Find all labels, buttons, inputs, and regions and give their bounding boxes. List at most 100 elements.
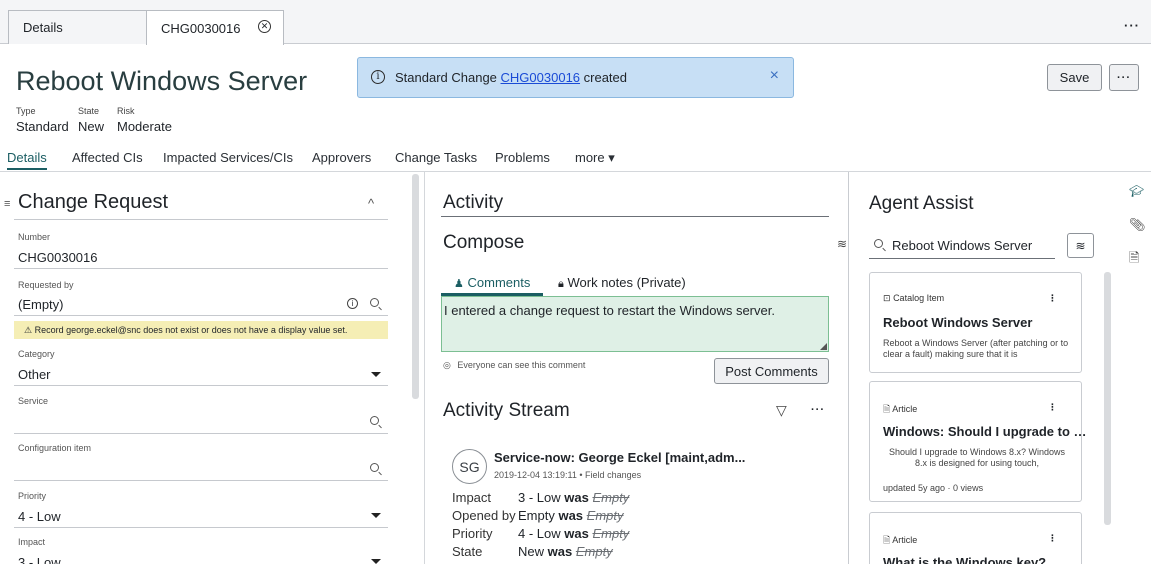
- new-value: Empty: [518, 508, 555, 523]
- more-actions-button[interactable]: ···: [1109, 64, 1139, 91]
- graduation-cap-icon[interactable]: 🎓︎: [1129, 184, 1144, 198]
- tab-affected-cis[interactable]: Affected CIs: [72, 150, 143, 165]
- banner-prefix: Standard Change: [395, 70, 501, 85]
- risk-label: Risk: [117, 106, 135, 116]
- field-change-label: Priority: [452, 526, 493, 541]
- requested-by-label: Requested by: [18, 280, 74, 290]
- field-underline: [14, 268, 388, 269]
- save-button[interactable]: Save: [1047, 64, 1102, 91]
- page-title: Reboot Windows Server: [16, 66, 308, 96]
- paperclip-icon[interactable]: 📎︎: [1129, 217, 1146, 233]
- type-value: Standard: [16, 119, 69, 134]
- search-icon[interactable]: [370, 298, 379, 307]
- more-icon[interactable]: ···: [811, 404, 825, 416]
- was-label: was: [564, 526, 589, 541]
- requested-by-field[interactable]: (Empty): [18, 297, 64, 312]
- search-underline: [869, 258, 1055, 259]
- tab-impacted-services[interactable]: Impacted Services/CIs: [163, 150, 293, 165]
- result-card[interactable]: 🗎︎ Article ⋮ Windows: Should I upgrade t…: [869, 381, 1087, 502]
- new-value: 3 - Low: [518, 490, 561, 505]
- change-link[interactable]: CHG0030016: [501, 70, 581, 85]
- card-type-label: Article: [892, 404, 918, 414]
- tab-details[interactable]: Details: [8, 10, 147, 44]
- post-comments-button[interactable]: Post Comments: [714, 358, 829, 384]
- field-underline: [14, 527, 388, 528]
- activity-title: Activity: [443, 192, 504, 213]
- more-icon[interactable]: ···: [1124, 18, 1140, 33]
- filter-settings-icon[interactable]: ≋: [837, 237, 847, 251]
- resize-handle-icon[interactable]: [820, 343, 827, 350]
- chevron-down-icon[interactable]: [371, 513, 381, 518]
- category-select[interactable]: Other: [18, 367, 51, 382]
- field-underline: [14, 315, 388, 316]
- number-field[interactable]: CHG0030016: [18, 250, 98, 265]
- work-notes-tab[interactable]: 🔒︎ Work notes (Private): [558, 275, 686, 291]
- field-change-value: 3 - Low was Empty: [518, 490, 629, 505]
- card-body: Should I upgrade to Windows 8.x? Windows…: [888, 447, 1066, 468]
- left-scrollbar[interactable]: [412, 174, 419, 399]
- avatar: SG: [452, 449, 487, 484]
- number-label: Number: [18, 232, 51, 242]
- configuration-item-label: Configuration item: [18, 443, 92, 453]
- chevron-down-icon[interactable]: [371, 372, 381, 377]
- chevron-down-icon[interactable]: [371, 559, 381, 564]
- state-value: New: [78, 119, 105, 134]
- compose-title: Compose: [443, 232, 525, 253]
- banner-message: Standard Change CHG0030016 created: [395, 70, 627, 85]
- tab-details[interactable]: Details: [7, 150, 47, 165]
- impact-select[interactable]: 3 - Low: [18, 555, 61, 564]
- document-icon[interactable]: 🗎︎: [1129, 249, 1139, 271]
- close-icon[interactable]: ×: [770, 67, 779, 85]
- card-type-label: Article: [892, 535, 918, 545]
- warning-message: ⚠ Record george.eckel@snc does not exist…: [14, 321, 388, 339]
- result-card[interactable]: 🗎︎ Article ⋮ What is the Windows key?: [869, 512, 1082, 564]
- old-value: Empty: [592, 526, 630, 541]
- info-icon[interactable]: i: [347, 298, 358, 309]
- comment-input[interactable]: I entered a change request to restart th…: [441, 296, 829, 352]
- agent-search-input[interactable]: Reboot Windows Server: [892, 238, 1032, 253]
- new-value: 4 - Low: [518, 526, 561, 541]
- was-label: was: [558, 508, 584, 523]
- notification-banner: i Standard Change CHG0030016 created ×: [357, 57, 794, 98]
- entry-author: Service-now: George Eckel [maint,adm...: [494, 450, 746, 465]
- result-card[interactable]: ⊡ Catalog Item ⋮ Reboot Windows Server R…: [869, 272, 1082, 373]
- card-title[interactable]: Windows: Should I upgrade to …: [883, 424, 1087, 439]
- document-icon: 🗎︎: [883, 535, 891, 545]
- service-field[interactable]: [14, 433, 388, 434]
- work-notes-tab-label: Work notes (Private): [567, 275, 686, 290]
- field-change-label: State: [452, 544, 483, 559]
- close-icon[interactable]: ✕: [258, 20, 271, 33]
- banner-suffix: created: [580, 70, 628, 85]
- priority-select[interactable]: 4 - Low: [18, 509, 61, 524]
- tab-change-tasks[interactable]: Change Tasks: [395, 150, 477, 165]
- more-icon[interactable]: ⋮: [1048, 533, 1057, 544]
- configuration-item-field[interactable]: [14, 480, 388, 481]
- tab-label: CHG0030016: [161, 20, 241, 36]
- priority-label: Priority: [18, 491, 47, 501]
- card-title[interactable]: Reboot Windows Server: [883, 315, 1032, 330]
- right-scrollbar[interactable]: [1104, 272, 1111, 525]
- was-label: was: [547, 544, 573, 559]
- card-type: 🗎︎ Article: [883, 533, 917, 549]
- service-label: Service: [18, 396, 49, 406]
- entry-meta: 2019-12-04 13:19:11 • Field changes: [494, 470, 642, 480]
- more-icon[interactable]: ⋮: [1048, 293, 1057, 304]
- filter-settings-icon[interactable]: ≋: [1067, 233, 1094, 258]
- comments-tab[interactable]: ♟ Comments: [454, 275, 530, 290]
- tab-record[interactable]: CHG0030016 ✕: [146, 10, 284, 45]
- drag-handle-icon[interactable]: ≡: [4, 198, 10, 210]
- info-icon: i: [371, 70, 385, 84]
- search-icon[interactable]: [370, 416, 379, 425]
- search-icon[interactable]: [370, 463, 379, 472]
- card-title[interactable]: What is the Windows key?: [883, 555, 1046, 564]
- document-icon: 🗎︎: [883, 404, 891, 414]
- cart-icon: ⊡: [883, 293, 891, 303]
- state-label: State: [78, 106, 100, 116]
- more-icon[interactable]: ⋮: [1048, 402, 1057, 413]
- divider: [424, 172, 425, 564]
- filter-icon[interactable]: ▽: [776, 402, 787, 419]
- tab-approvers[interactable]: Approvers: [312, 150, 371, 165]
- chevron-up-icon[interactable]: ^: [368, 196, 374, 211]
- tab-more[interactable]: more ▾: [575, 150, 615, 166]
- tab-problems[interactable]: Problems: [495, 150, 550, 165]
